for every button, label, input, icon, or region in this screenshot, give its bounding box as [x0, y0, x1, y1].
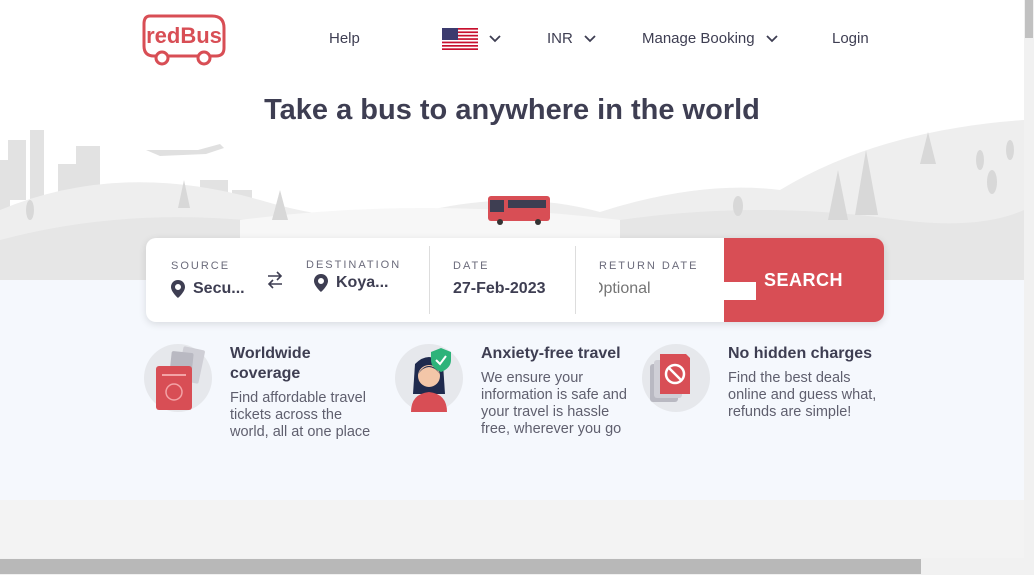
help-link[interactable]: Help: [329, 30, 360, 47]
chevron-down-icon: [489, 35, 501, 43]
manage-booking-menu[interactable]: Manage Booking: [642, 30, 779, 47]
horizontal-scrollbar[interactable]: [0, 558, 1024, 575]
feature-anxiety-free: Anxiety-free travel We ensure your infor…: [395, 344, 635, 438]
location-pin-icon: [314, 274, 328, 292]
currency-selector[interactable]: INR: [547, 30, 597, 47]
horizontal-scrollbar-thumb[interactable]: [0, 559, 921, 574]
logo-text: redBus: [146, 23, 222, 48]
swap-button[interactable]: [256, 238, 294, 322]
vertical-scrollbar[interactable]: [1024, 0, 1034, 575]
feature-title: Worldwide coverage: [230, 345, 311, 382]
header: redBus Help INR Manage Booking Login: [0, 0, 1024, 80]
bottom-band: [0, 500, 1024, 558]
feature-desc: Find the best deals online and guess wha…: [728, 370, 877, 420]
passport-icon: [144, 344, 212, 412]
help-label: Help: [329, 30, 360, 47]
search-button[interactable]: SEARCH: [724, 238, 884, 322]
return-date-field[interactable]: RETURN DATE: [576, 238, 724, 322]
source-field[interactable]: SOURCE Secu...: [146, 238, 256, 322]
currency-label: INR: [547, 30, 573, 47]
source-value: Secu...: [193, 280, 245, 297]
destination-label: DESTINATION: [306, 259, 402, 271]
destination-value: Koya...: [336, 274, 389, 291]
source-label: SOURCE: [171, 260, 231, 272]
return-date-input[interactable]: [599, 280, 709, 298]
search-button-label: SEARCH: [764, 269, 844, 290]
swap-arrows-icon: [267, 271, 283, 289]
return-date-label: RETURN DATE: [599, 260, 699, 272]
search-bar: SOURCE Secu... DESTINATION Koya... DATE …: [146, 238, 884, 322]
traveler-shield-icon: [395, 344, 463, 412]
country-selector[interactable]: [442, 28, 502, 50]
date-value: 27-Feb-2023: [453, 280, 546, 297]
hero-title: Take a bus to anywhere in the world: [264, 94, 760, 126]
date-label: DATE: [453, 260, 490, 272]
feature-worldwide: Worldwide coverage Find affordable trave…: [144, 344, 384, 441]
date-field[interactable]: DATE 27-Feb-2023: [430, 238, 575, 322]
redbus-logo[interactable]: redBus: [140, 12, 228, 66]
feature-no-hidden-charges: No hidden charges Find the best deals on…: [642, 344, 882, 421]
location-pin-icon: [171, 280, 185, 298]
feature-desc: Find affordable travel tickets across th…: [230, 390, 371, 440]
destination-field[interactable]: DESTINATION Koya...: [294, 238, 429, 322]
feature-desc: We ensure your information is safe and y…: [481, 370, 627, 437]
login-label: Login: [832, 30, 869, 47]
login-link[interactable]: Login: [832, 30, 869, 47]
no-fees-receipt-icon: [642, 344, 710, 412]
chevron-down-icon: [765, 34, 778, 42]
chevron-down-icon: [584, 34, 596, 42]
bus-icon: [488, 196, 550, 225]
vertical-scrollbar-thumb[interactable]: [1025, 0, 1033, 38]
search-button-notch: [724, 282, 756, 300]
us-flag-icon: [442, 28, 478, 50]
feature-title: No hidden charges: [728, 345, 873, 362]
manage-booking-label: Manage Booking: [642, 30, 755, 47]
feature-title: Anxiety-free travel: [481, 345, 621, 362]
